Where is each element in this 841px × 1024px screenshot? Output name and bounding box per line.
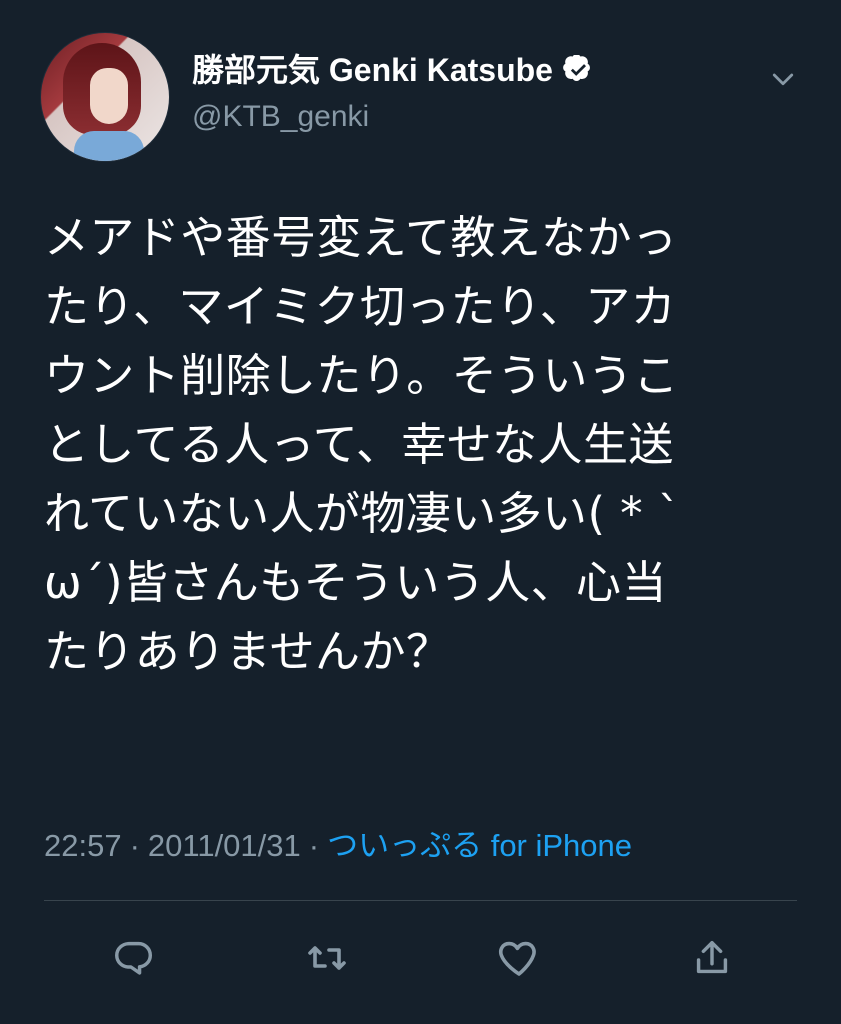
user-info: 勝部元気 Genki Katsube @KTB_genki: [192, 50, 594, 136]
reply-icon: [111, 935, 157, 981]
user-handle[interactable]: @KTB_genki: [192, 98, 594, 136]
metadata-separator: ·: [308, 828, 320, 863]
verified-badge-icon: [563, 54, 594, 86]
share-button[interactable]: [686, 932, 738, 984]
display-name[interactable]: 勝部元気 Genki Katsube: [192, 50, 553, 90]
tweet-date[interactable]: 2011/01/31: [148, 826, 301, 866]
tweet-text: メアドや番号変えて教えなかっ たり、マイミク切ったり、アカ ウント削除したり。そ…: [44, 211, 681, 678]
profile-avatar[interactable]: [40, 32, 170, 162]
tweet-time[interactable]: 22:57: [44, 826, 122, 866]
metadata-separator: ·: [129, 828, 140, 863]
reply-button[interactable]: [108, 932, 160, 984]
tweet-actions: [108, 925, 738, 991]
retweet-icon: [303, 934, 351, 982]
chevron-down-icon[interactable]: [765, 62, 801, 98]
avatar-shirt: [74, 131, 144, 161]
share-icon: [689, 935, 735, 981]
like-button[interactable]: [493, 932, 545, 984]
retweet-button[interactable]: [301, 932, 353, 984]
action-divider: [44, 900, 797, 901]
tweet-source-link[interactable]: ついっぷる for iPhone: [327, 826, 632, 866]
avatar-face: [90, 68, 128, 124]
tweet-header: 勝部元気 Genki Katsube @KTB_genki: [40, 32, 801, 162]
tweet-metadata: 22:57 · 2011/01/31 · ついっぷる for iPhone: [44, 826, 632, 866]
display-name-row[interactable]: 勝部元気 Genki Katsube: [192, 50, 594, 90]
like-icon: [495, 934, 543, 982]
tweet-card: 勝部元気 Genki Katsube @KTB_genki メアドや番号変えて教…: [0, 0, 841, 1024]
